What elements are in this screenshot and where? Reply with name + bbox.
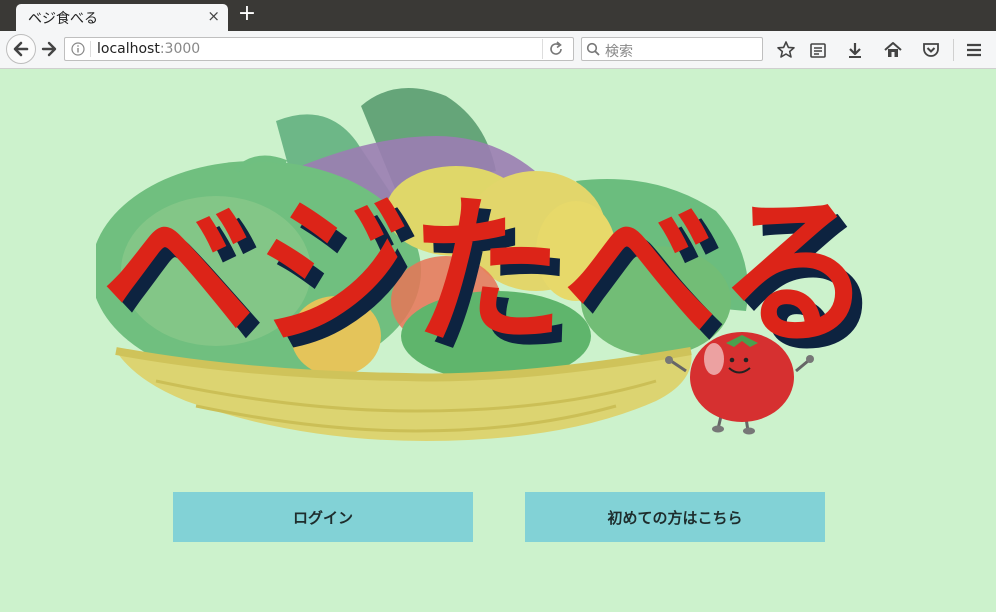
reload-icon (550, 41, 562, 55)
url-text[interactable]: localhost:3000 (97, 41, 200, 57)
search-placeholder: 検索 (605, 44, 633, 60)
address-divider (90, 41, 91, 57)
reading-list-icon[interactable] (808, 40, 828, 60)
address-bar[interactable]: localhost:3000 (64, 37, 574, 61)
signup-button[interactable]: 初めての方はこちら (525, 492, 825, 542)
reload-button[interactable] (542, 39, 571, 59)
logo-text: ベジたべる (102, 180, 872, 368)
tab-bar: ベジ食べる × + (0, 0, 996, 31)
login-button[interactable]: ログイン (173, 492, 473, 542)
url-host: localhost (97, 41, 160, 57)
arrow-right-icon (41, 41, 57, 57)
pocket-icon[interactable] (921, 40, 941, 60)
browser-tab[interactable]: ベジ食べる × (16, 4, 228, 31)
menu-icon[interactable] (964, 40, 984, 60)
bookmark-star-icon[interactable] (776, 40, 796, 60)
toolbar-divider (953, 39, 954, 61)
info-icon[interactable] (71, 42, 85, 56)
back-button[interactable] (6, 34, 36, 64)
page-content: ベジたべる ベジたべる ログイン 初めての方はこちら (0, 69, 996, 612)
tab-title: ベジ食べる (28, 11, 98, 27)
search-bar[interactable]: 検索 (581, 37, 763, 61)
arrow-left-icon (13, 41, 29, 57)
url-port: :3000 (159, 41, 201, 57)
navigation-bar: localhost:3000 検索 (0, 31, 996, 69)
close-tab-icon[interactable]: × (207, 7, 220, 25)
hero-illustration: ベジたべる ベジたべる (96, 88, 882, 441)
search-icon (586, 42, 600, 56)
home-icon[interactable] (883, 40, 903, 60)
new-tab-button[interactable]: + (236, 3, 258, 25)
forward-button[interactable] (38, 38, 62, 60)
download-icon[interactable] (845, 40, 865, 60)
